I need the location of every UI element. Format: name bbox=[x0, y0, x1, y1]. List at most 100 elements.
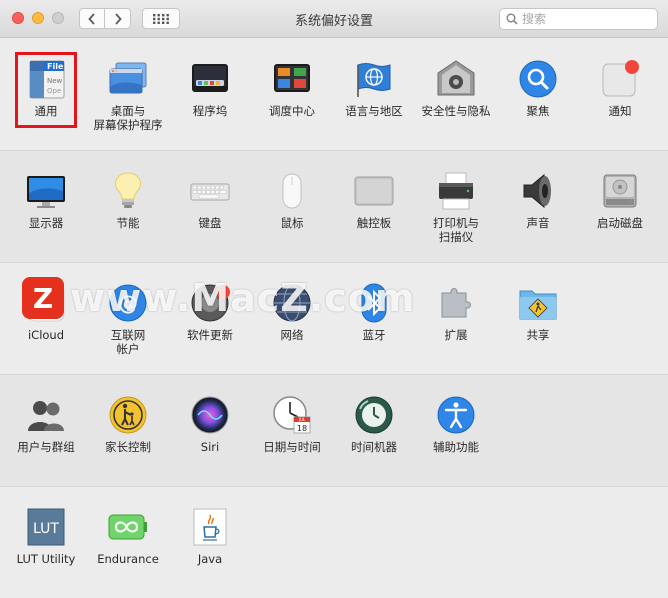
printer-icon bbox=[436, 171, 476, 211]
language-icon bbox=[354, 59, 394, 99]
pane-label: 共享 bbox=[526, 328, 550, 342]
display-icon bbox=[26, 171, 66, 211]
datetime-icon: JUL 18 bbox=[272, 395, 312, 435]
chevron-left-icon bbox=[88, 12, 95, 25]
pane-dock[interactable]: 程序坞 bbox=[169, 59, 251, 118]
forward-button[interactable] bbox=[105, 8, 131, 29]
search-field[interactable] bbox=[499, 8, 658, 30]
pane-energy-saver[interactable]: 节能 bbox=[87, 171, 169, 230]
pane-sharing[interactable]: 共享 bbox=[497, 283, 579, 342]
pane-label: 网络 bbox=[280, 328, 304, 342]
pane-label: 键盘 bbox=[198, 216, 222, 230]
endurance-icon bbox=[108, 507, 148, 547]
pane-label: 程序坞 bbox=[192, 104, 228, 118]
parental-icon bbox=[108, 395, 148, 435]
pane-java[interactable]: Java bbox=[169, 507, 251, 566]
pane-bluetooth[interactable]: 蓝牙 bbox=[333, 283, 415, 342]
pane-endurance[interactable]: Endurance bbox=[87, 507, 169, 566]
pane-label: 通知 bbox=[608, 104, 632, 118]
show-all-button[interactable] bbox=[142, 8, 180, 29]
pane-lut-utility[interactable]: LUT LUT Utility bbox=[5, 507, 87, 566]
zoom-window-button[interactable] bbox=[52, 12, 64, 24]
pane-label: Endurance bbox=[97, 552, 159, 566]
pane-label: 显示器 bbox=[28, 216, 64, 230]
startup-disk-icon bbox=[600, 171, 640, 211]
pane-startup-disk[interactable]: 启动磁盘 bbox=[579, 171, 661, 230]
pane-accessibility[interactable]: 辅助功能 bbox=[415, 395, 497, 454]
pane-label: 辅助功能 bbox=[433, 440, 479, 454]
close-window-button[interactable] bbox=[12, 12, 24, 24]
back-button[interactable] bbox=[79, 8, 105, 29]
pane-label: 家长控制 bbox=[105, 440, 151, 454]
users-icon bbox=[26, 395, 66, 435]
bluetooth-icon bbox=[354, 283, 394, 323]
svg-text:LUT: LUT bbox=[33, 521, 59, 537]
pane-label: 时间机器 bbox=[351, 440, 397, 454]
dock-icon bbox=[190, 59, 230, 99]
sharing-icon bbox=[518, 283, 558, 323]
desktop-icon bbox=[108, 59, 148, 99]
pane-users-groups[interactable]: 用户与群组 bbox=[5, 395, 87, 454]
svg-text:18: 18 bbox=[297, 424, 307, 433]
highlight-box bbox=[15, 52, 77, 128]
pane-label: 用户与群组 bbox=[17, 440, 75, 454]
pane-label: 调度中心 bbox=[269, 104, 315, 118]
java-icon bbox=[190, 507, 230, 547]
security-icon bbox=[436, 59, 476, 99]
siri-icon bbox=[190, 395, 230, 435]
pane-label: iCloud bbox=[27, 328, 65, 342]
pane-label: 软件更新 bbox=[187, 328, 233, 342]
pane-label: 打印机与 扫描仪 bbox=[433, 216, 479, 244]
search-icon bbox=[506, 13, 518, 25]
pane-keyboard[interactable]: 键盘 bbox=[169, 171, 251, 230]
pane-icloud[interactable]: iCloud bbox=[5, 283, 87, 342]
minimize-window-button[interactable] bbox=[32, 12, 44, 24]
search-input[interactable] bbox=[522, 12, 642, 26]
pane-siri[interactable]: Siri bbox=[169, 395, 251, 454]
pane-label: 语言与地区 bbox=[345, 104, 403, 118]
energy-icon bbox=[108, 171, 148, 211]
pane-date-time[interactable]: JUL 18 日期与时间 bbox=[251, 395, 333, 454]
internet-accounts-icon: @ bbox=[108, 283, 148, 323]
pane-security-privacy[interactable]: 安全性与隐私 bbox=[415, 59, 497, 118]
pane-trackpad[interactable]: 触控板 bbox=[333, 171, 415, 230]
pane-mission-control[interactable]: 调度中心 bbox=[251, 59, 333, 118]
pane-printers-scanners[interactable]: 打印机与 扫描仪 bbox=[415, 171, 497, 244]
pane-time-machine[interactable]: 时间机器 bbox=[333, 395, 415, 454]
pane-language-region[interactable]: 语言与地区 bbox=[333, 59, 415, 118]
chevron-right-icon bbox=[114, 12, 122, 25]
mission-control-icon bbox=[272, 59, 312, 99]
pane-label: 扩展 bbox=[444, 328, 468, 342]
pane-displays[interactable]: 显示器 bbox=[5, 171, 87, 230]
icloud-icon bbox=[26, 283, 66, 323]
sound-icon bbox=[518, 171, 558, 211]
pane-spotlight[interactable]: 聚焦 bbox=[497, 59, 579, 118]
pane-desktop-screensaver[interactable]: 桌面与 屏幕保护程序 bbox=[87, 59, 169, 132]
lut-icon: LUT bbox=[26, 507, 66, 547]
pane-parental-controls[interactable]: 家长控制 bbox=[87, 395, 169, 454]
pane-network[interactable]: 网络 bbox=[251, 283, 333, 342]
trackpad-icon bbox=[354, 171, 394, 211]
pane-internet-accounts[interactable]: @ 互联网 帐户 bbox=[87, 283, 169, 356]
pane-label: 聚焦 bbox=[526, 104, 550, 118]
grid-icon bbox=[153, 13, 169, 24]
pane-label: 日期与时间 bbox=[263, 440, 321, 454]
keyboard-icon bbox=[190, 171, 230, 211]
pane-label: 启动磁盘 bbox=[597, 216, 643, 230]
title-bar: 系统偏好设置 bbox=[0, 0, 668, 38]
pane-label: Siri bbox=[200, 440, 220, 454]
spotlight-icon bbox=[518, 59, 558, 99]
pane-label: 互联网 帐户 bbox=[110, 328, 146, 356]
pane-label: Java bbox=[197, 552, 223, 566]
pane-sound[interactable]: 声音 bbox=[497, 171, 579, 230]
pane-software-update[interactable]: 软件更新 bbox=[169, 283, 251, 342]
pane-mouse[interactable]: 鼠标 bbox=[251, 171, 333, 230]
pane-label: LUT Utility bbox=[16, 552, 76, 566]
pane-label: 安全性与隐私 bbox=[421, 104, 491, 118]
pane-notifications[interactable]: 通知 bbox=[579, 59, 661, 118]
pane-extensions[interactable]: 扩展 bbox=[415, 283, 497, 342]
svg-text:JUL: JUL bbox=[298, 417, 306, 422]
notifications-icon bbox=[600, 59, 640, 99]
mouse-icon bbox=[272, 171, 312, 211]
accessibility-icon bbox=[436, 395, 476, 435]
